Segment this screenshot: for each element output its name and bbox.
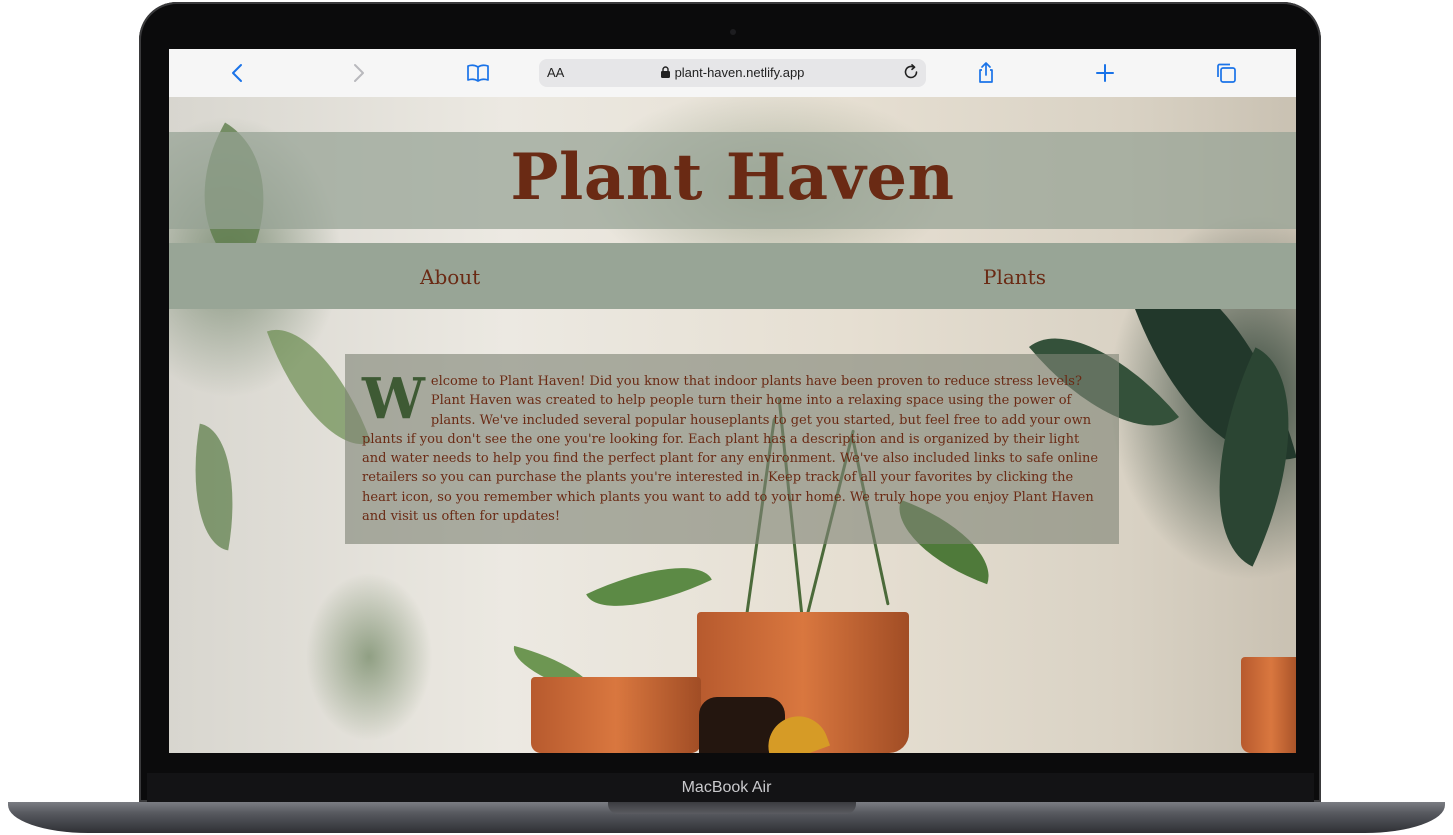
intro-text: elcome to Plant Haven! Did you know that…: [362, 374, 1099, 525]
device-label: MacBook Air: [681, 779, 772, 796]
share-icon[interactable]: [974, 61, 998, 85]
web-page: Plant Haven About Plants Welcome to Plan…: [169, 97, 1296, 753]
nav-link-plants[interactable]: Plants: [983, 265, 1046, 289]
tabs-icon[interactable]: [1214, 61, 1238, 85]
chevron-right-icon[interactable]: [346, 61, 370, 85]
main-nav: About Plants: [169, 243, 1296, 309]
address-bar[interactable]: AA plant-haven.netlify.app: [539, 59, 926, 87]
book-icon[interactable]: [466, 61, 490, 85]
browser-toolbar: AA plant-haven.netlify.app: [169, 49, 1296, 98]
nav-link-about[interactable]: About: [420, 265, 480, 289]
intro-panel: Welcome to Plant Haven! Did you know tha…: [345, 354, 1119, 544]
drop-cap: W: [362, 366, 425, 432]
site-title: Plant Haven: [510, 140, 955, 215]
lock-icon: [660, 66, 670, 81]
chevron-left-icon[interactable]: [226, 61, 250, 85]
camera-icon: [730, 29, 736, 35]
intro-paragraph: Welcome to Plant Haven! Did you know tha…: [362, 366, 1102, 526]
plus-icon[interactable]: [1093, 61, 1117, 85]
url-text: plant-haven.netlify.app: [674, 65, 805, 80]
browser-screen: AA plant-haven.netlify.app Plant Haven A…: [169, 49, 1296, 753]
reload-icon[interactable]: [902, 63, 920, 81]
laptop-notch: [608, 802, 856, 814]
